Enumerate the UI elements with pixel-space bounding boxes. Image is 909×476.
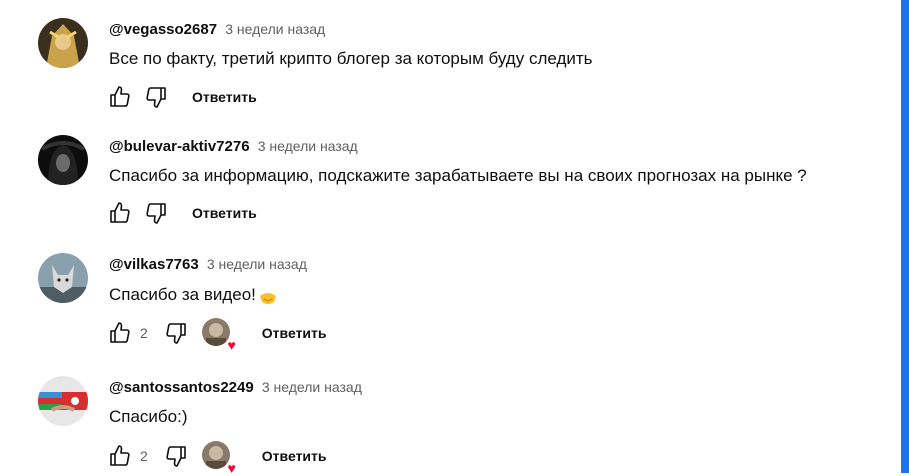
dislike-button[interactable] [162,442,190,470]
thumbs-down-icon [166,323,186,344]
like-count: 2 [140,448,148,464]
thumbs-up-icon [110,445,130,466]
thumbs-up-icon [110,202,130,223]
like-count: 2 [140,325,148,341]
thumbs-down-icon [146,203,166,224]
creator-avatar [201,441,230,469]
comment-header: @vegasso2687 3 недели назад [109,20,325,39]
like-button[interactable] [106,83,134,111]
thumbs-up-icon [110,322,130,343]
comment-time[interactable]: 3 недели назад [225,21,325,37]
creator-heart-badge[interactable]: ♥ [201,318,236,352]
comment-time[interactable]: 3 недели назад [262,379,362,395]
avatar[interactable] [38,18,88,68]
heart-icon: ♥ [227,337,236,353]
comment-author[interactable]: @santossantos2249 [109,379,254,396]
comment-actions: Ответить [106,199,265,227]
avatar[interactable] [38,135,88,185]
handshake-emoji-icon [259,289,277,304]
comment-text-content: Спасибо за видео! [109,285,256,304]
like-button[interactable] [106,319,134,347]
comment-author[interactable]: @vilkas7763 [109,256,199,273]
comment-author[interactable]: @bulevar-aktiv7276 [109,138,250,155]
comment-header: @santossantos2249 3 недели назад [109,378,362,397]
page-scrollbar[interactable] [901,0,909,473]
like-button[interactable] [106,199,134,227]
comment-time[interactable]: 3 недели назад [207,256,307,272]
comment-header: @vilkas7763 3 недели назад [109,255,307,274]
reply-button[interactable]: Ответить [254,321,335,345]
thumbs-down-icon [146,87,166,108]
reply-button[interactable]: Ответить [254,444,335,468]
comment-text: Спасибо за информацию, подскажите зараба… [109,166,807,185]
like-button[interactable] [106,442,134,470]
comment-actions: 2 ♥ Ответить [106,318,335,352]
comment-actions: 2 ♥ Ответить [106,441,335,475]
thumbs-down-icon [166,446,186,467]
comment-time[interactable]: 3 недели назад [258,138,358,154]
comment-actions: Ответить [106,83,265,111]
comment-text: Спасибо:) [109,407,188,426]
avatar[interactable] [38,376,88,426]
reply-button[interactable]: Ответить [184,85,265,109]
creator-heart-badge[interactable]: ♥ [201,441,236,475]
comment-author[interactable]: @vegasso2687 [109,21,217,38]
reply-button[interactable]: Ответить [184,201,265,225]
wolf-avatar-icon [38,253,88,303]
thumbs-up-icon [110,86,130,107]
comment-header: @bulevar-aktiv7276 3 недели назад [109,137,358,156]
comment-text: Спасибо за видео! [109,284,277,306]
comment-text: Все по факту, третий крипто блогер за ко… [109,49,593,68]
dislike-button[interactable] [142,199,170,227]
dislike-button[interactable] [162,319,190,347]
creator-avatar [201,318,230,346]
flags-handshake-avatar-icon [38,376,88,426]
dislike-button[interactable] [142,83,170,111]
hooded-figure-avatar-icon [38,135,88,185]
anime-character-avatar-icon [38,18,88,68]
avatar[interactable] [38,253,88,303]
